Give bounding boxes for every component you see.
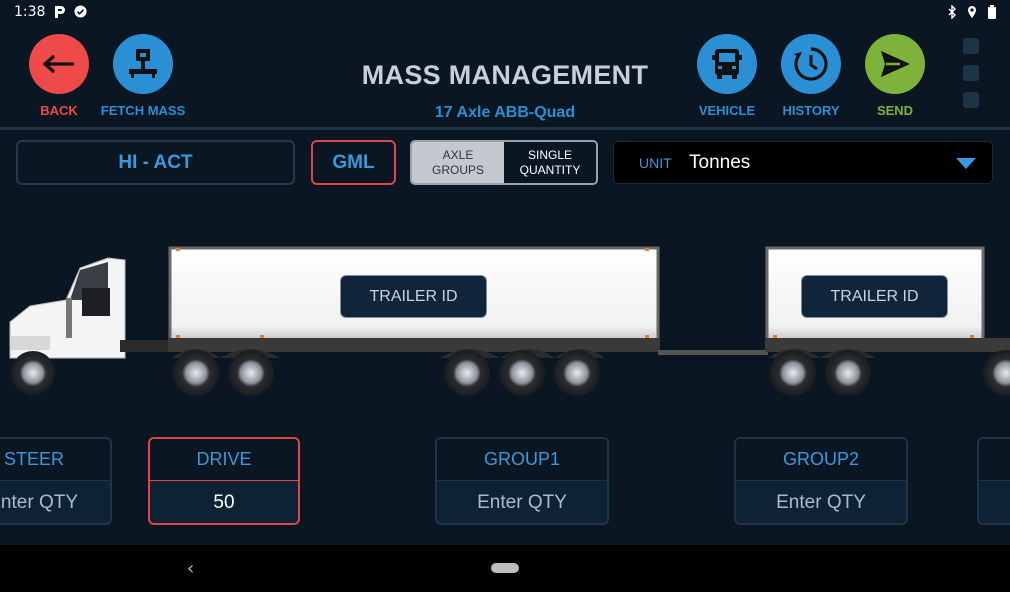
truck-diagram bbox=[9, 246, 1010, 396]
qty-input[interactable]: Enter QTY bbox=[736, 481, 906, 523]
axle-card-group1[interactable]: GROUP1 Enter QTY bbox=[435, 437, 609, 525]
axle-card-steer[interactable]: STEER Enter QTY bbox=[0, 437, 112, 525]
entry-mode-toggle[interactable]: AXLE GROUPS SINGLE QUANTITY bbox=[410, 140, 598, 185]
drawbar bbox=[658, 350, 768, 355]
unit-dropdown[interactable]: UNIT Tonnes bbox=[613, 141, 993, 184]
send-label[interactable]: SEND bbox=[855, 103, 935, 118]
axle-card-title: STEER bbox=[0, 439, 110, 481]
gml-button[interactable]: GML bbox=[311, 140, 396, 185]
scale-icon bbox=[129, 49, 157, 78]
single-quantity-line1: SINGLE bbox=[527, 147, 572, 162]
qty-input[interactable]: Enter QTY bbox=[437, 481, 607, 523]
check-circle-icon bbox=[74, 5, 87, 18]
battery-icon bbox=[988, 5, 996, 19]
trailer-id-button-2[interactable]: TRAILER ID bbox=[801, 275, 948, 318]
bluetooth-icon bbox=[948, 5, 956, 19]
qty-input[interactable]: 50 bbox=[150, 481, 298, 523]
history-button[interactable] bbox=[781, 34, 841, 94]
chevron-down-icon bbox=[956, 158, 976, 169]
location-icon bbox=[968, 6, 976, 18]
status-time: 1:38 bbox=[14, 4, 46, 20]
overflow-indicator[interactable] bbox=[963, 38, 979, 119]
back-label[interactable]: BACK bbox=[29, 103, 89, 118]
axle-card-next-partial[interactable] bbox=[977, 437, 1010, 525]
header-divider bbox=[0, 127, 1010, 130]
trailer-id-button-1[interactable]: TRAILER ID bbox=[340, 275, 487, 318]
nav-home-icon[interactable] bbox=[491, 563, 519, 573]
history-label[interactable]: HISTORY bbox=[771, 103, 851, 118]
tractor-cab bbox=[9, 257, 170, 395]
vehicle-button[interactable] bbox=[697, 34, 757, 94]
axle-card-group2[interactable]: GROUP2 Enter QTY bbox=[734, 437, 908, 525]
axle-groups-option[interactable]: AXLE GROUPS bbox=[412, 142, 504, 183]
single-quantity-line2: QUANTITY bbox=[519, 162, 581, 177]
history-clock-icon bbox=[794, 47, 828, 81]
axle-groups-line1: AXLE bbox=[442, 147, 474, 162]
page-title: MASS MANAGEMENT bbox=[361, 60, 649, 90]
qty-input[interactable]: Enter QTY bbox=[0, 481, 110, 523]
unit-value: Tonnes bbox=[689, 152, 751, 173]
arrow-left-icon bbox=[42, 54, 74, 74]
axle-card-title: DRIVE bbox=[150, 439, 298, 481]
trailer-2 bbox=[765, 246, 1010, 396]
axle-card-drive[interactable]: DRIVE 50 bbox=[148, 437, 300, 525]
wheel bbox=[11, 351, 55, 395]
trailer-1 bbox=[168, 246, 660, 396]
axle-groups-line2: GROUPS bbox=[431, 162, 484, 177]
vehicle-label[interactable]: VEHICLE bbox=[687, 103, 767, 118]
single-quantity-option[interactable]: SINGLE QUANTITY bbox=[504, 142, 596, 183]
vehicle-config-subtitle: 17 Axle ABB-Quad bbox=[434, 104, 576, 121]
unit-label: UNIT bbox=[639, 155, 672, 171]
back-button[interactable] bbox=[29, 34, 89, 94]
axle-card-title: GROUP1 bbox=[437, 439, 607, 481]
nav-back-icon[interactable]: ‹ bbox=[187, 558, 194, 579]
truck-front-icon bbox=[712, 49, 742, 79]
send-icon bbox=[881, 51, 910, 77]
fetch-mass-label[interactable]: FETCH MASS bbox=[93, 103, 193, 118]
axle-card-title: GROUP2 bbox=[736, 439, 906, 481]
parking-icon bbox=[55, 6, 65, 18]
fetch-mass-button[interactable] bbox=[113, 34, 173, 94]
system-nav-bar: ‹ bbox=[0, 545, 1010, 592]
send-button[interactable] bbox=[865, 34, 925, 94]
mass-mode-selector[interactable]: HI - ACT bbox=[16, 140, 295, 185]
status-bar: 1:38 bbox=[0, 0, 1010, 24]
